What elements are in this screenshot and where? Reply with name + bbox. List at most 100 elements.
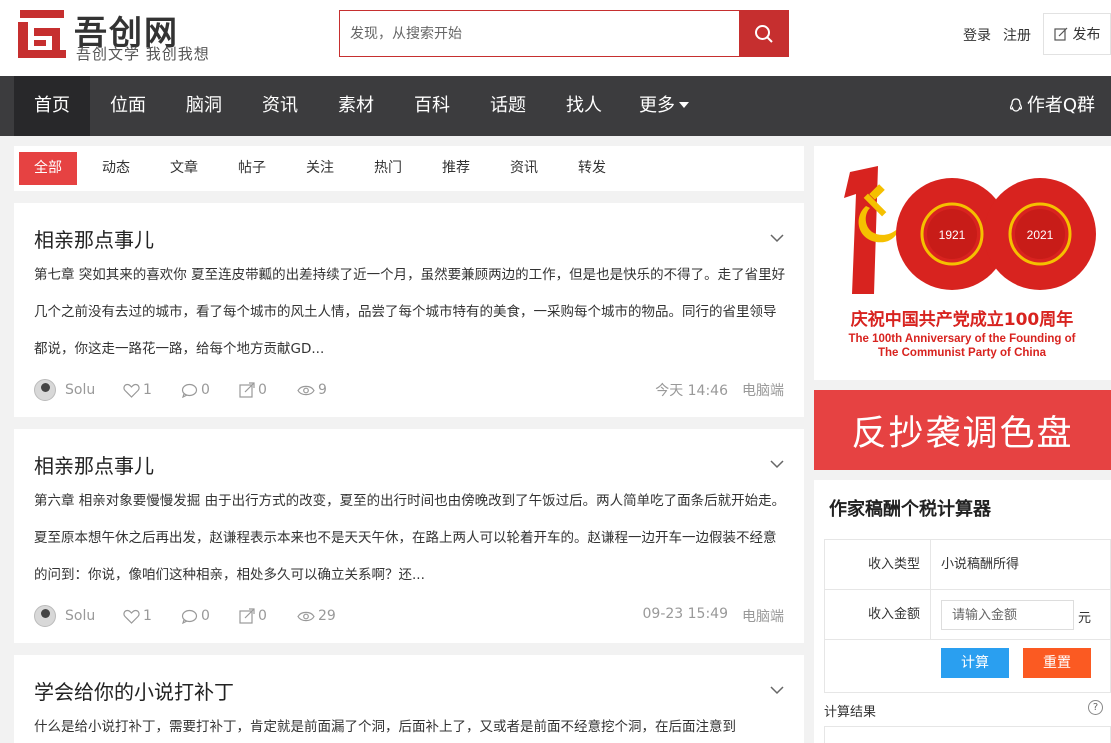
post-meta: Solu 1 0 0 9 今天 14:46 电脑端 bbox=[34, 378, 784, 402]
tab-news[interactable]: 资讯 bbox=[495, 152, 553, 185]
like-count: 1 bbox=[143, 382, 152, 398]
share-icon bbox=[239, 608, 255, 624]
site-logo[interactable]: 吾创网 吾创文学 我创我想 bbox=[16, 6, 216, 66]
tab-reposts[interactable]: 转发 bbox=[563, 152, 621, 185]
nav-item-home[interactable]: 首页 bbox=[14, 76, 90, 136]
tab-hot[interactable]: 热门 bbox=[359, 152, 417, 185]
heart-icon bbox=[123, 609, 140, 624]
post-source: 电脑端 bbox=[742, 609, 784, 625]
post-card: 相亲那点事儿 第七章 突如其来的喜欢你 夏至连皮带瓤的出差持续了近一个月，虽然要… bbox=[14, 203, 804, 417]
post-author[interactable]: Solu bbox=[65, 608, 123, 624]
nav-more-label: 更多 bbox=[639, 95, 675, 116]
heart-icon bbox=[123, 383, 140, 398]
anti-plagiarism-banner[interactable]: 反抄袭调色盘 bbox=[814, 390, 1111, 470]
anti-plagiarism-label: 反抄袭调色盘 bbox=[851, 413, 1074, 454]
nav-item-plane[interactable]: 位面 bbox=[90, 76, 166, 136]
logo-subtitle: 吾创文学 我创我想 bbox=[76, 45, 210, 63]
tab-following[interactable]: 关注 bbox=[291, 152, 349, 185]
comment-button[interactable]: 0 bbox=[181, 608, 239, 624]
search-button[interactable] bbox=[739, 11, 788, 56]
amount-label: 收入金额 bbox=[825, 590, 931, 639]
nav-item-wiki[interactable]: 百科 bbox=[394, 76, 470, 136]
nav-item-material[interactable]: 素材 bbox=[318, 76, 394, 136]
post-time: 今天 14:46 bbox=[655, 383, 728, 399]
post-title[interactable]: 相亲那点事儿 bbox=[34, 450, 154, 479]
year-left-label: 1921 bbox=[939, 228, 966, 242]
publish-button[interactable]: 发布 bbox=[1043, 13, 1111, 55]
nav-item-more[interactable]: 更多 bbox=[626, 76, 702, 136]
tax-calculator: 作家稿酬个税计算器 收入类型 小说稿酬所得 收入金额 元 计算 重置 计算结果 … bbox=[814, 480, 1111, 743]
share-count: 0 bbox=[258, 382, 267, 398]
post-author[interactable]: Solu bbox=[65, 382, 123, 398]
banner-headline: 庆祝中国共产党成立100周年 bbox=[851, 309, 1074, 330]
post-time: 09-23 15:49 bbox=[642, 606, 728, 622]
publish-label: 发布 bbox=[1072, 27, 1101, 43]
banner-en-line2: The Communist Party of China bbox=[878, 347, 1047, 359]
help-icon[interactable]: ? bbox=[1088, 700, 1103, 715]
tab-posts[interactable]: 帖子 bbox=[223, 152, 281, 185]
party-anniversary-graphic: 1921 2021 庆祝中国共产党成立100周年 The 100th Anniv… bbox=[844, 166, 1096, 359]
income-type-label: 收入类型 bbox=[825, 540, 931, 589]
share-icon bbox=[239, 382, 255, 398]
share-count: 0 bbox=[258, 608, 267, 624]
calculator-title: 作家稿酬个税计算器 bbox=[829, 499, 991, 520]
anniversary-banner[interactable]: 1921 2021 庆祝中国共产党成立100周年 The 100th Anniv… bbox=[814, 146, 1111, 380]
site-header: 吾创网 吾创文学 我创我想 登录 注册 发布 bbox=[0, 0, 1111, 76]
year-right-label: 2021 bbox=[1027, 228, 1054, 242]
share-button[interactable]: 0 bbox=[239, 382, 297, 398]
main-nav: 首页 位面 脑洞 资讯 素材 百科 话题 找人 更多 作者Q群 bbox=[0, 76, 1111, 136]
like-count: 1 bbox=[143, 608, 152, 624]
result-box bbox=[824, 726, 1111, 743]
post-title[interactable]: 学会给你的小说打补丁 bbox=[34, 676, 234, 705]
post-title[interactable]: 相亲那点事儿 bbox=[34, 224, 154, 253]
nav-item-news[interactable]: 资讯 bbox=[242, 76, 318, 136]
avatar[interactable] bbox=[34, 379, 56, 401]
calculate-button[interactable]: 计算 bbox=[941, 648, 1009, 678]
nav-qq-label: 作者Q群 bbox=[1026, 95, 1095, 116]
comment-button[interactable]: 0 bbox=[181, 382, 239, 398]
tab-articles[interactable]: 文章 bbox=[155, 152, 213, 185]
feed-tabs: 全部 动态 文章 帖子 关注 热门 推荐 资讯 转发 bbox=[14, 146, 804, 191]
post-excerpt[interactable]: 第七章 突如其来的喜欢你 夏至连皮带瓤的出差持续了近一个月，虽然要兼顾两边的工作… bbox=[34, 257, 786, 368]
tab-recommended[interactable]: 推荐 bbox=[427, 152, 485, 185]
logo-mark-icon bbox=[18, 10, 66, 58]
post-meta: Solu 1 0 0 29 09-23 15:49 电脑端 bbox=[34, 604, 784, 628]
post-excerpt[interactable]: 第六章 相亲对象要慢慢发掘 由于出行方式的改变，夏至的出行时间也由傍晚改到了午饭… bbox=[34, 483, 786, 594]
nav-item-topics[interactable]: 话题 bbox=[470, 76, 546, 136]
comment-count: 0 bbox=[201, 382, 210, 398]
amount-input[interactable] bbox=[941, 600, 1074, 630]
reset-button[interactable]: 重置 bbox=[1023, 648, 1091, 678]
register-link[interactable]: 注册 bbox=[1003, 25, 1031, 45]
tab-all[interactable]: 全部 bbox=[19, 152, 77, 185]
result-label: 计算结果 bbox=[824, 705, 877, 720]
qq-icon bbox=[1009, 98, 1022, 112]
chevron-down-icon[interactable] bbox=[770, 457, 784, 471]
post-source: 电脑端 bbox=[742, 383, 784, 399]
comment-count: 0 bbox=[201, 608, 210, 624]
view-stat: 9 bbox=[297, 382, 355, 398]
chevron-down-icon[interactable] bbox=[770, 231, 784, 245]
nav-item-find-people[interactable]: 找人 bbox=[546, 76, 622, 136]
post-card: 学会给你的小说打补丁 什么是给小说打补丁，需要打补丁，肯定就是前面漏了个洞，后面… bbox=[14, 655, 804, 743]
eye-icon bbox=[297, 385, 315, 395]
nav-qq-group[interactable]: 作者Q群 bbox=[1009, 76, 1095, 136]
view-count: 29 bbox=[318, 608, 336, 624]
like-button[interactable]: 1 bbox=[123, 608, 181, 624]
share-button[interactable]: 0 bbox=[239, 608, 297, 624]
avatar[interactable] bbox=[34, 605, 56, 627]
amount-unit: 元 bbox=[1078, 611, 1092, 626]
tab-updates[interactable]: 动态 bbox=[87, 152, 145, 185]
chevron-down-icon[interactable] bbox=[770, 683, 784, 697]
search-icon bbox=[754, 24, 773, 43]
nav-item-brainstorm[interactable]: 脑洞 bbox=[166, 76, 242, 136]
view-stat: 29 bbox=[297, 608, 355, 624]
login-link[interactable]: 登录 bbox=[963, 25, 991, 45]
eye-icon bbox=[297, 611, 315, 621]
post-excerpt[interactable]: 什么是给小说打补丁，需要打补丁，肯定就是前面漏了个洞，后面补上了，又或者是前面不… bbox=[34, 709, 786, 743]
search-input[interactable] bbox=[340, 11, 740, 56]
comment-icon bbox=[181, 383, 198, 398]
income-type-select[interactable]: 小说稿酬所得 bbox=[931, 540, 1110, 589]
amount-row: 收入金额 元 bbox=[825, 590, 1110, 640]
like-button[interactable]: 1 bbox=[123, 382, 181, 398]
post-card: 相亲那点事儿 第六章 相亲对象要慢慢发掘 由于出行方式的改变，夏至的出行时间也由… bbox=[14, 429, 804, 643]
